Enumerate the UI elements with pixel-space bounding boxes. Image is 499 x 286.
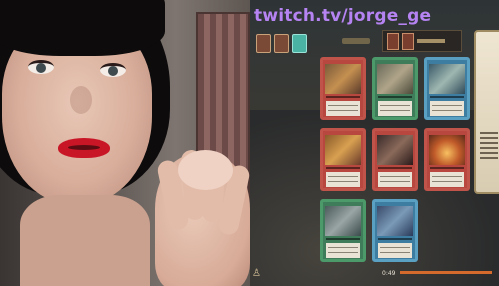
card[interactable]	[372, 57, 418, 120]
card[interactable]	[320, 57, 366, 120]
deck-icon	[387, 32, 399, 50]
thumb	[178, 150, 233, 190]
opponent-label	[342, 38, 370, 44]
timer-bar	[400, 271, 492, 274]
card-preview[interactable]	[474, 30, 499, 194]
nose	[70, 86, 92, 114]
settings-icon[interactable]: ♙	[252, 268, 261, 279]
stream-frame: twitch.tv/jorge_ge ♙ 0:49	[0, 0, 499, 286]
right-eye	[100, 63, 126, 77]
bangs	[0, 0, 165, 56]
deck-icons[interactable]	[256, 34, 307, 53]
game-window: twitch.tv/jorge_ge ♙ 0:49	[250, 0, 499, 286]
player-name-bar	[417, 39, 445, 43]
gem-icon[interactable]	[292, 34, 307, 53]
stream-url: twitch.tv/jorge_ge	[254, 6, 432, 26]
deck-icon[interactable]	[274, 34, 289, 53]
webcam-feed	[0, 0, 250, 286]
card[interactable]	[320, 128, 366, 191]
deck-icon	[402, 32, 414, 50]
card[interactable]	[372, 199, 418, 262]
card[interactable]	[424, 57, 470, 120]
player-plate[interactable]	[382, 30, 462, 52]
neck	[20, 195, 150, 286]
card[interactable]	[320, 199, 366, 262]
timer: 0:49	[382, 270, 396, 277]
deck-icon[interactable]	[256, 34, 271, 53]
card[interactable]	[372, 128, 418, 191]
lips	[58, 138, 110, 158]
card-preview-text	[480, 132, 498, 162]
card[interactable]	[424, 128, 470, 191]
left-eye	[28, 60, 54, 74]
